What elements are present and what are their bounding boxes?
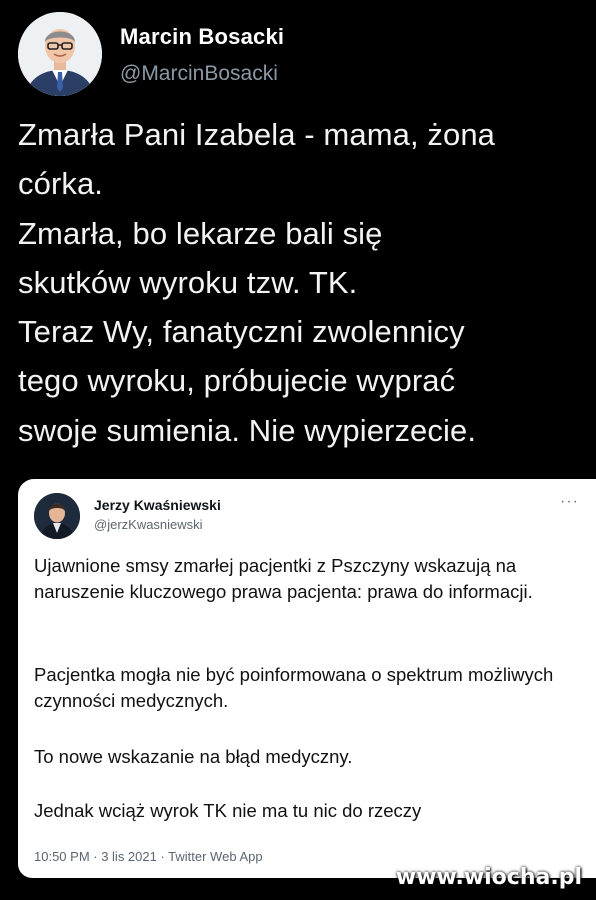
author-avatar[interactable] bbox=[18, 12, 102, 96]
quoted-paragraph: Ujawnione smsy zmarłej pacjentki z Pszcz… bbox=[34, 555, 533, 602]
more-options-icon[interactable]: ··· bbox=[560, 493, 579, 511]
tweet-screenshot: Marcin Bosacki @MarcinBosacki Zmarła Pan… bbox=[0, 0, 596, 900]
author-handle[interactable]: @MarcinBosacki bbox=[120, 62, 278, 86]
quoted-author-name[interactable]: Jerzy Kwaśniewski bbox=[94, 497, 221, 513]
author-name[interactable]: Marcin Bosacki bbox=[120, 24, 284, 50]
quoted-author-avatar[interactable] bbox=[34, 493, 80, 539]
quoted-tweet-card[interactable]: Jerzy Kwaśniewski @jerzKwasniewski ··· U… bbox=[18, 479, 596, 878]
quoted-author-handle[interactable]: @jerzKwasniewski bbox=[94, 517, 203, 532]
quoted-paragraph: Jednak wciąż wyrok TK nie ma tu nic do r… bbox=[34, 800, 422, 821]
tweet-text: Zmarła Pani Izabela - mama, żona córka. … bbox=[18, 117, 496, 448]
quoted-timestamp[interactable]: 10:50 PM · 3 lis 2021 · Twitter Web App bbox=[34, 849, 263, 864]
quoted-paragraph: To nowe wskazanie na błąd medyczny. bbox=[34, 746, 353, 767]
quoted-paragraph: Pacjentka mogła nie być poinformowana o … bbox=[34, 664, 554, 711]
watermark: www.wiocha.pl bbox=[395, 865, 582, 890]
